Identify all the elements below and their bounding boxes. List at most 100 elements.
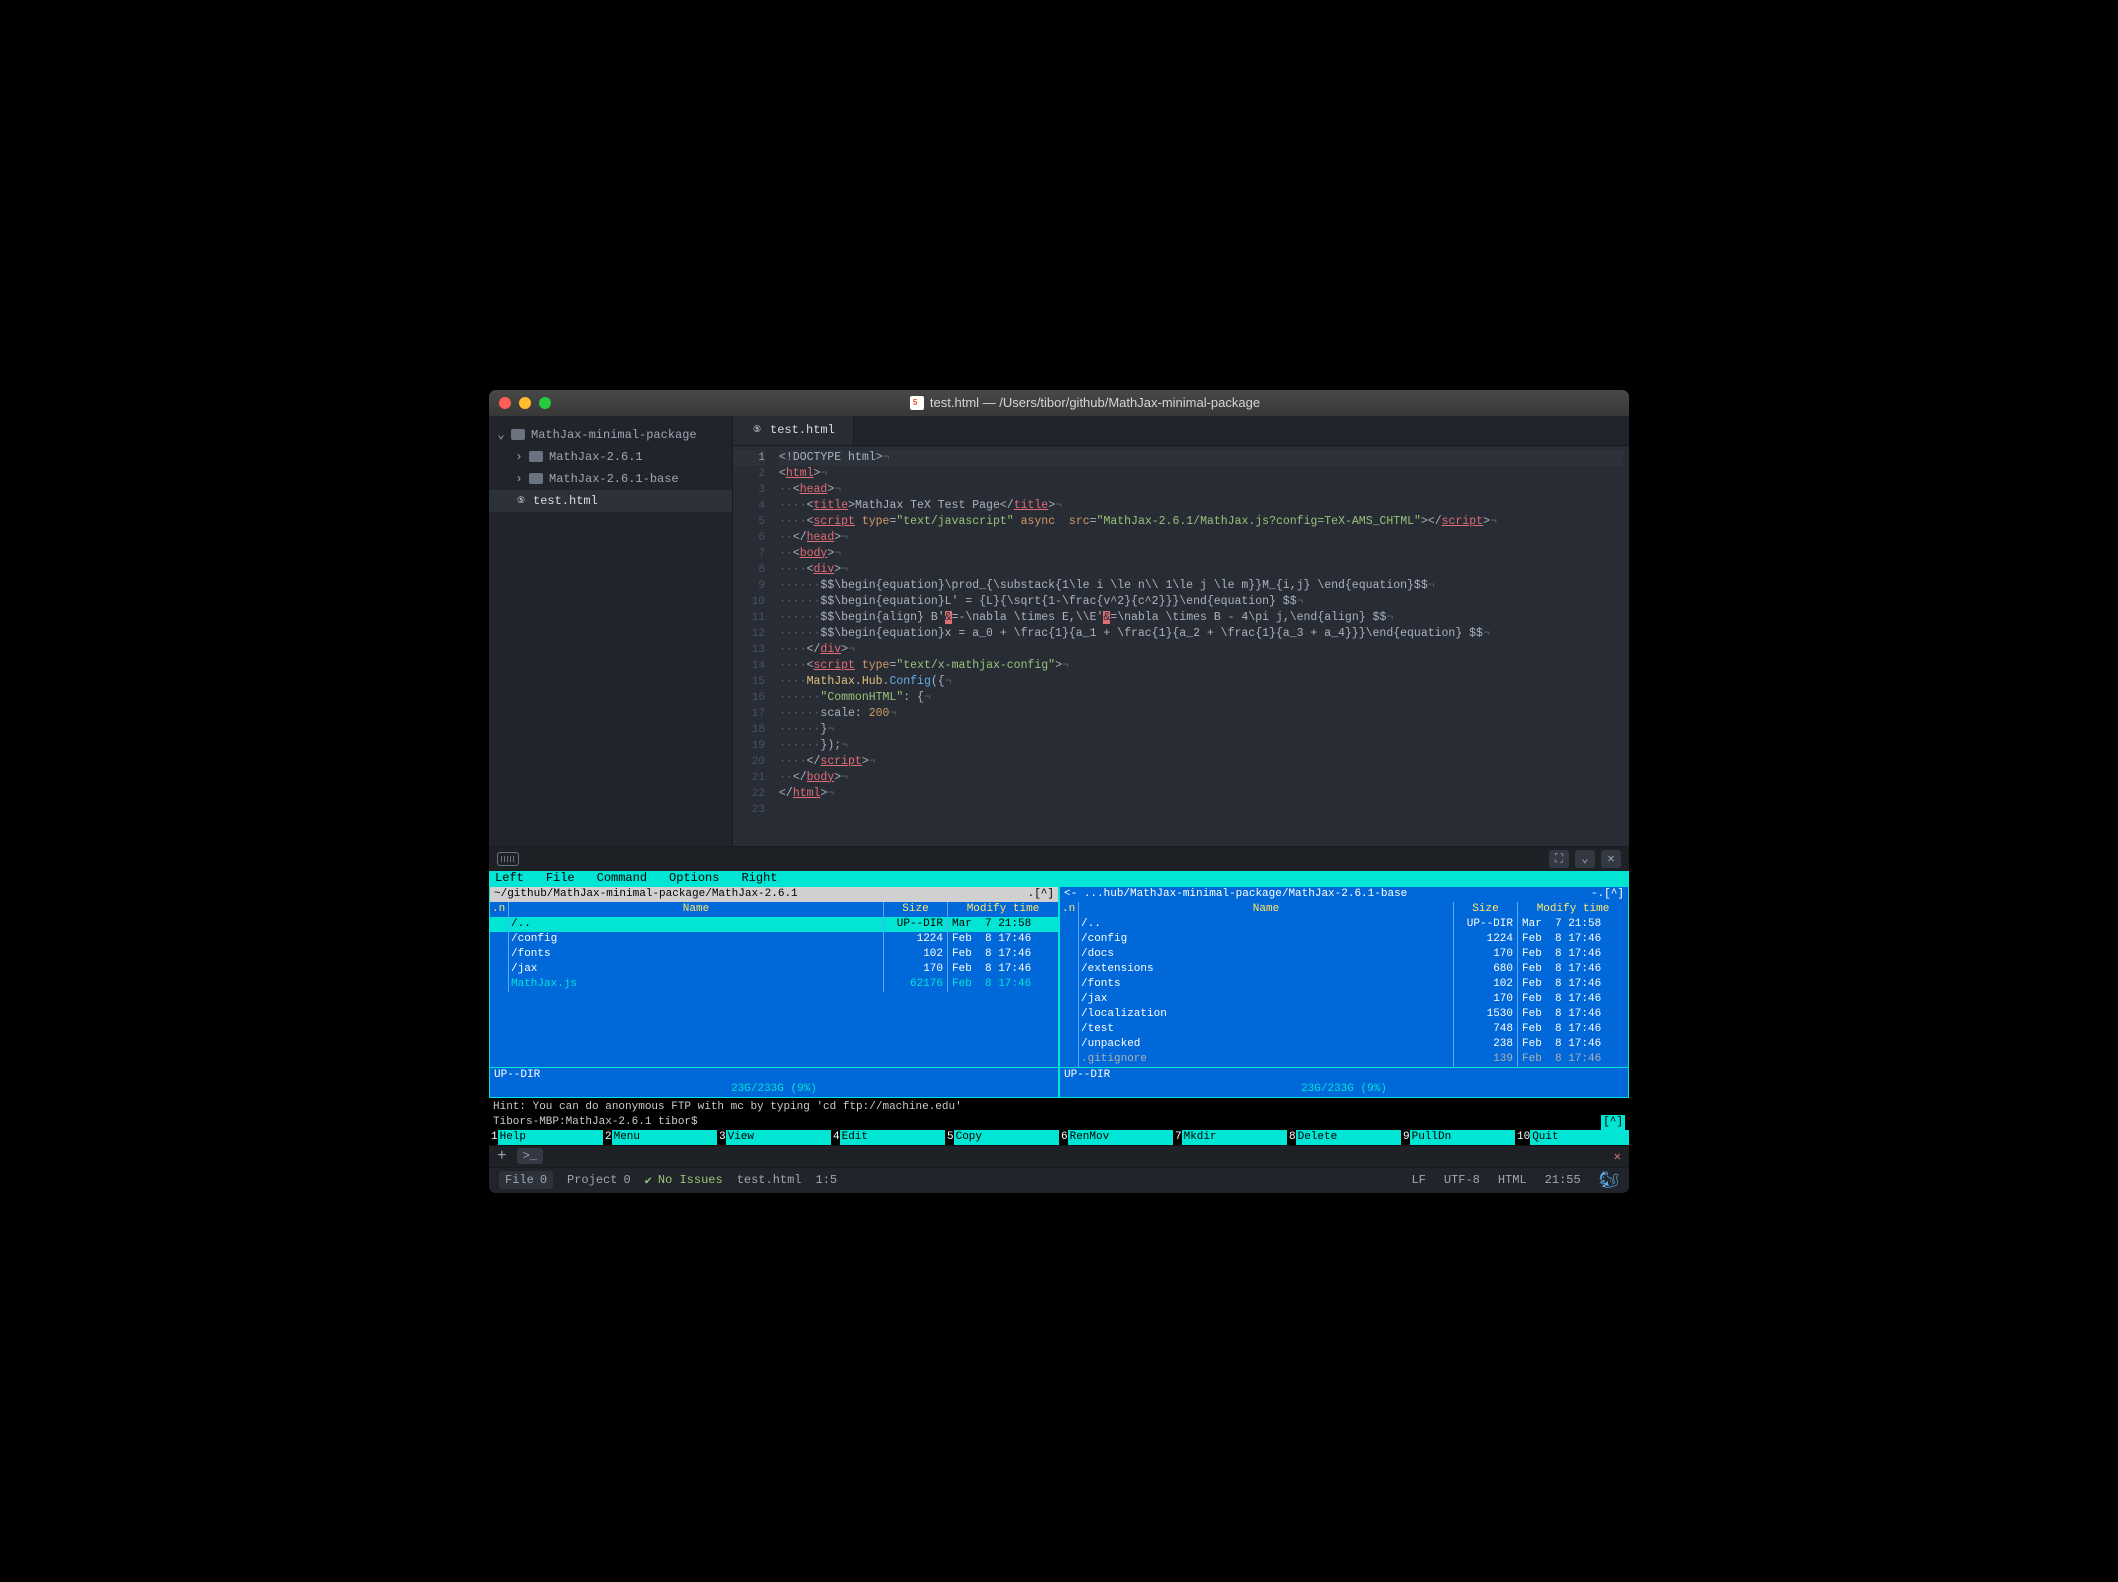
mc-file-row[interactable]: /fonts102Feb 8 17:46	[490, 947, 1058, 962]
editor-window: test.html — /Users/tibor/github/MathJax-…	[489, 390, 1629, 1193]
status-filename[interactable]: test.html	[737, 1173, 802, 1187]
issues-status[interactable]: ✔ No Issues	[645, 1173, 723, 1188]
terminal-tabs: + >_ ✕	[489, 1145, 1629, 1167]
keyboard-icon[interactable]	[497, 852, 519, 866]
folder-icon	[529, 451, 543, 462]
fkey-renmov[interactable]: 6RenMov	[1059, 1130, 1173, 1145]
mc-col-name[interactable]: Name	[1078, 902, 1454, 917]
mc-file-row[interactable]: .gitignore139Feb 8 17:46	[1060, 1052, 1628, 1067]
tree-item-label: MathJax-2.6.1-base	[549, 472, 679, 486]
close-icon[interactable]: ✕	[1601, 850, 1621, 868]
terminal-tab-icon[interactable]: >_	[517, 1148, 543, 1164]
mc-path: ~/github/MathJax-minimal-package/MathJax…	[494, 887, 798, 902]
mc-col-size[interactable]: Size	[884, 902, 948, 917]
fkey-view[interactable]: 3View	[717, 1130, 831, 1145]
mc-column-headers[interactable]: .n Name Size Modify time	[1060, 902, 1628, 917]
titlebar[interactable]: test.html — /Users/tibor/github/MathJax-…	[489, 390, 1629, 416]
chevron-down-icon[interactable]: ⌄	[1575, 850, 1595, 868]
language-mode[interactable]: HTML	[1498, 1173, 1527, 1187]
minimize-icon[interactable]	[519, 397, 531, 409]
tree-folder[interactable]: › MathJax-2.6.1-base	[489, 468, 732, 490]
fkey-delete[interactable]: 8Delete	[1287, 1130, 1401, 1145]
tree-file-selected[interactable]: ⑤ test.html	[489, 490, 732, 512]
mc-file-list[interactable]: /..UP--DIRMar 7 21:58/config1224Feb 8 17…	[490, 917, 1058, 992]
mc-file-row[interactable]: /config1224Feb 8 17:46	[490, 932, 1058, 947]
tree-root-label: MathJax-minimal-package	[531, 428, 697, 442]
mc-path: ...hub/MathJax-minimal-package/MathJax-2…	[1084, 888, 1407, 900]
html-file-icon: ⑤	[751, 424, 763, 436]
mc-menu-item[interactable]: Command	[597, 871, 647, 886]
mc-column-headers[interactable]: .n Name Size Modify time	[490, 902, 1058, 917]
squirrel-icon[interactable]: 🐿	[1599, 1170, 1619, 1190]
code-content[interactable]: <!DOCTYPE html>¬<html>¬··<head>¬····<tit…	[773, 446, 1629, 846]
mc-file-row[interactable]: /extensions680Feb 8 17:46	[1060, 962, 1628, 977]
mc-path-bar[interactable]: <- ...hub/MathJax-minimal-package/MathJa…	[1060, 887, 1628, 902]
mc-file-row[interactable]: /jax170Feb 8 17:46	[490, 962, 1058, 977]
mc-col-date[interactable]: Modify time	[948, 902, 1058, 917]
close-terminal-icon[interactable]: ✕	[1614, 1149, 1621, 1164]
tab-label: test.html	[770, 423, 835, 437]
mc-file-row[interactable]: /docs170Feb 8 17:46	[1060, 947, 1628, 962]
traffic-lights	[499, 397, 551, 409]
mc-path-bar[interactable]: ~/github/MathJax-minimal-package/MathJax…	[490, 887, 1058, 902]
fkey-menu[interactable]: 2Menu	[603, 1130, 717, 1145]
mc-menu-item[interactable]: Right	[741, 871, 777, 886]
folder-icon	[529, 473, 543, 484]
mc-file-row[interactable]: /unpacked238Feb 8 17:46	[1060, 1037, 1628, 1052]
tree-root[interactable]: ⌄ MathJax-minimal-package	[489, 424, 732, 446]
fkey-pulldn[interactable]: 9PullDn	[1401, 1130, 1515, 1145]
code-editor[interactable]: 1234567891011121314151617181920212223 <!…	[733, 446, 1629, 846]
mc-file-list[interactable]: /..UP--DIRMar 7 21:58/config1224Feb 8 17…	[1060, 917, 1628, 1067]
mc-menu-bar[interactable]: Left File Command Options Right	[489, 871, 1629, 886]
fkey-edit[interactable]: 4Edit	[831, 1130, 945, 1145]
mc-file-row[interactable]: MathJax.js62176Feb 8 17:46	[490, 977, 1058, 992]
chevron-right-icon[interactable]: ›	[515, 472, 523, 486]
tree-folder[interactable]: › MathJax-2.6.1	[489, 446, 732, 468]
tree-item-label: test.html	[533, 494, 598, 508]
html-file-icon: ⑤	[515, 495, 527, 507]
mc-menu-item[interactable]: File	[546, 871, 575, 886]
mc-file-row[interactable]: /..UP--DIRMar 7 21:58	[490, 917, 1058, 932]
mc-file-row[interactable]: /localization1530Feb 8 17:46	[1060, 1007, 1628, 1022]
mc-file-row[interactable]: /jax170Feb 8 17:46	[1060, 992, 1628, 1007]
mc-col-n: .n	[1060, 902, 1078, 917]
mc-col-size[interactable]: Size	[1454, 902, 1518, 917]
mc-file-row[interactable]: /test748Feb 8 17:46	[1060, 1022, 1628, 1037]
mc-status: UP--DIR	[1060, 1067, 1628, 1083]
fkey-quit[interactable]: 10Quit	[1515, 1130, 1629, 1145]
mc-file-row[interactable]: /config1224Feb 8 17:46	[1060, 932, 1628, 947]
fullscreen-icon[interactable]: ⛶	[1549, 850, 1569, 868]
fkey-help[interactable]: 1Help	[489, 1130, 603, 1145]
mc-col-name[interactable]: Name	[508, 902, 884, 917]
terminal[interactable]: Left File Command Options Right ~/github/Mat…	[489, 871, 1629, 1145]
file-count[interactable]: File 0	[499, 1171, 553, 1189]
project-count[interactable]: Project 0	[567, 1173, 631, 1187]
mc-file-row[interactable]: /fonts102Feb 8 17:46	[1060, 977, 1628, 992]
maximize-icon[interactable]	[539, 397, 551, 409]
mc-col-date[interactable]: Modify time	[1518, 902, 1628, 917]
mc-menu-item[interactable]: Options	[669, 871, 719, 886]
status-bar: File 0 Project 0 ✔ No Issues test.html 1…	[489, 1167, 1629, 1193]
mc-function-keys[interactable]: 1Help2Menu3View4Edit5Copy6RenMov7Mkdir8D…	[489, 1130, 1629, 1145]
line-ending[interactable]: LF	[1411, 1173, 1425, 1187]
chevron-down-icon[interactable]: ⌄	[497, 427, 505, 442]
editor-tab[interactable]: ⑤ test.html	[733, 416, 854, 445]
encoding[interactable]: UTF-8	[1444, 1173, 1480, 1187]
mc-left-panel[interactable]: ~/github/MathJax-minimal-package/MathJax…	[489, 886, 1059, 1098]
terminal-pane: ⛶ ⌄ ✕ Left File Command Options Right ~/gith…	[489, 846, 1629, 1167]
cursor-position[interactable]: 1:5	[816, 1173, 838, 1187]
fkey-mkdir[interactable]: 7Mkdir	[1173, 1130, 1287, 1145]
add-terminal-button[interactable]: +	[497, 1147, 507, 1165]
mc-right-panel[interactable]: <- ...hub/MathJax-minimal-package/MathJa…	[1059, 886, 1629, 1098]
window-title: test.html — /Users/tibor/github/MathJax-…	[551, 395, 1619, 410]
mc-menu-item[interactable]: Left	[495, 871, 524, 886]
mc-disk-usage: 23G/233G (9%)	[490, 1082, 1058, 1097]
mc-file-row[interactable]: /..UP--DIRMar 7 21:58	[1060, 917, 1628, 932]
line-gutter[interactable]: 1234567891011121314151617181920212223	[733, 446, 773, 846]
tab-bar[interactable]: ⑤ test.html	[733, 416, 1629, 446]
fkey-copy[interactable]: 5Copy	[945, 1130, 1059, 1145]
shell-prompt[interactable]: Tibors-MBP:MathJax-2.6.1 tibor$ [^]	[489, 1115, 1629, 1130]
chevron-right-icon[interactable]: ›	[515, 450, 523, 464]
close-icon[interactable]	[499, 397, 511, 409]
file-tree-sidebar[interactable]: ⌄ MathJax-minimal-package › MathJax-2.6.…	[489, 416, 733, 846]
